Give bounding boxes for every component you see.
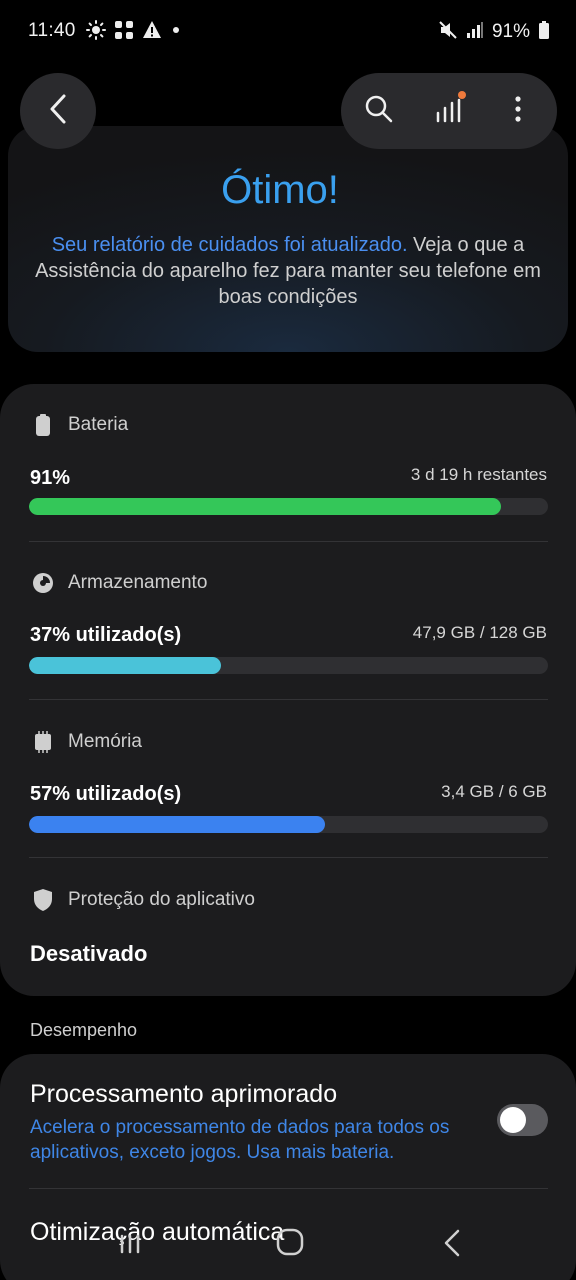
memory-title: Memória (68, 731, 142, 752)
back-arrow-icon (46, 93, 70, 130)
top-actions (341, 73, 557, 149)
storage-bar-fill (29, 657, 222, 674)
status-time: 11:40 (28, 20, 76, 41)
search-icon (364, 94, 394, 129)
enhanced-processing-title[interactable]: Processamento aprimorado (30, 1080, 337, 1109)
memory-bar-fill (29, 816, 325, 833)
memory-bar (29, 816, 548, 833)
toggle-knob (500, 1107, 526, 1133)
enhanced-processing-toggle[interactable] (497, 1104, 548, 1136)
sun-icon (86, 19, 106, 45)
signal-icon (466, 20, 484, 45)
recent-apps-icon[interactable] (116, 1232, 144, 1256)
battery-icon (538, 20, 550, 45)
home-icon[interactable] (276, 1228, 304, 1256)
enhanced-processing-description: Acelera o processamento de dados para to… (30, 1117, 450, 1163)
signal-bars-icon (431, 90, 467, 132)
app-protection-value: Desativado (30, 941, 148, 966)
status-bar: 11:40 91% (0, 0, 576, 64)
divider (29, 857, 548, 858)
storage-value: 37% utilizado(s) (30, 624, 182, 646)
performance-section-label: Desempenho (30, 1020, 138, 1040)
storage-bar (29, 657, 548, 674)
app-protection-title: Proteção do aplicativo (68, 889, 255, 910)
memory-value: 57% utilizado(s) (30, 783, 182, 805)
search-button[interactable] (359, 91, 399, 131)
storage-title: Armazenamento (68, 572, 208, 593)
battery-section-icon (30, 412, 56, 438)
memory-section-icon (30, 729, 56, 755)
more-options-button[interactable] (498, 91, 538, 131)
battery-value: 91% (30, 467, 71, 489)
auto-optimization-item[interactable]: Otimização automática (30, 1218, 284, 1247)
shield-icon (30, 887, 56, 913)
warning-icon (142, 20, 162, 45)
battery-remaining: 3 d 19 h restantes (410, 465, 547, 484)
page-title: Ótimo! (221, 168, 339, 212)
battery-bar (29, 498, 548, 515)
status-battery-text: 91% (491, 21, 530, 42)
back-button[interactable] (20, 73, 96, 149)
divider (29, 1188, 548, 1189)
grid-icon (114, 20, 134, 45)
divider (29, 541, 548, 542)
care-report-description: Seu relatório de cuidados foi atualizado… (28, 232, 548, 310)
status-right-icons: 91% (438, 20, 550, 44)
status-left-icons (86, 19, 182, 45)
care-report-link[interactable]: Seu relatório de cuidados foi atualizado… (52, 234, 408, 256)
diagnostics-button[interactable] (429, 90, 469, 132)
battery-bar-fill (29, 498, 502, 515)
storage-usage: 47,9 GB / 128 GB (412, 623, 547, 642)
battery-title: Bateria (68, 414, 129, 435)
divider (29, 699, 548, 700)
dot-icon (170, 20, 182, 45)
back-icon[interactable] (440, 1228, 464, 1258)
storage-section-icon (30, 570, 56, 596)
more-vertical-icon (513, 94, 523, 129)
mute-icon (438, 20, 458, 45)
memory-usage: 3,4 GB / 6 GB (441, 782, 547, 801)
